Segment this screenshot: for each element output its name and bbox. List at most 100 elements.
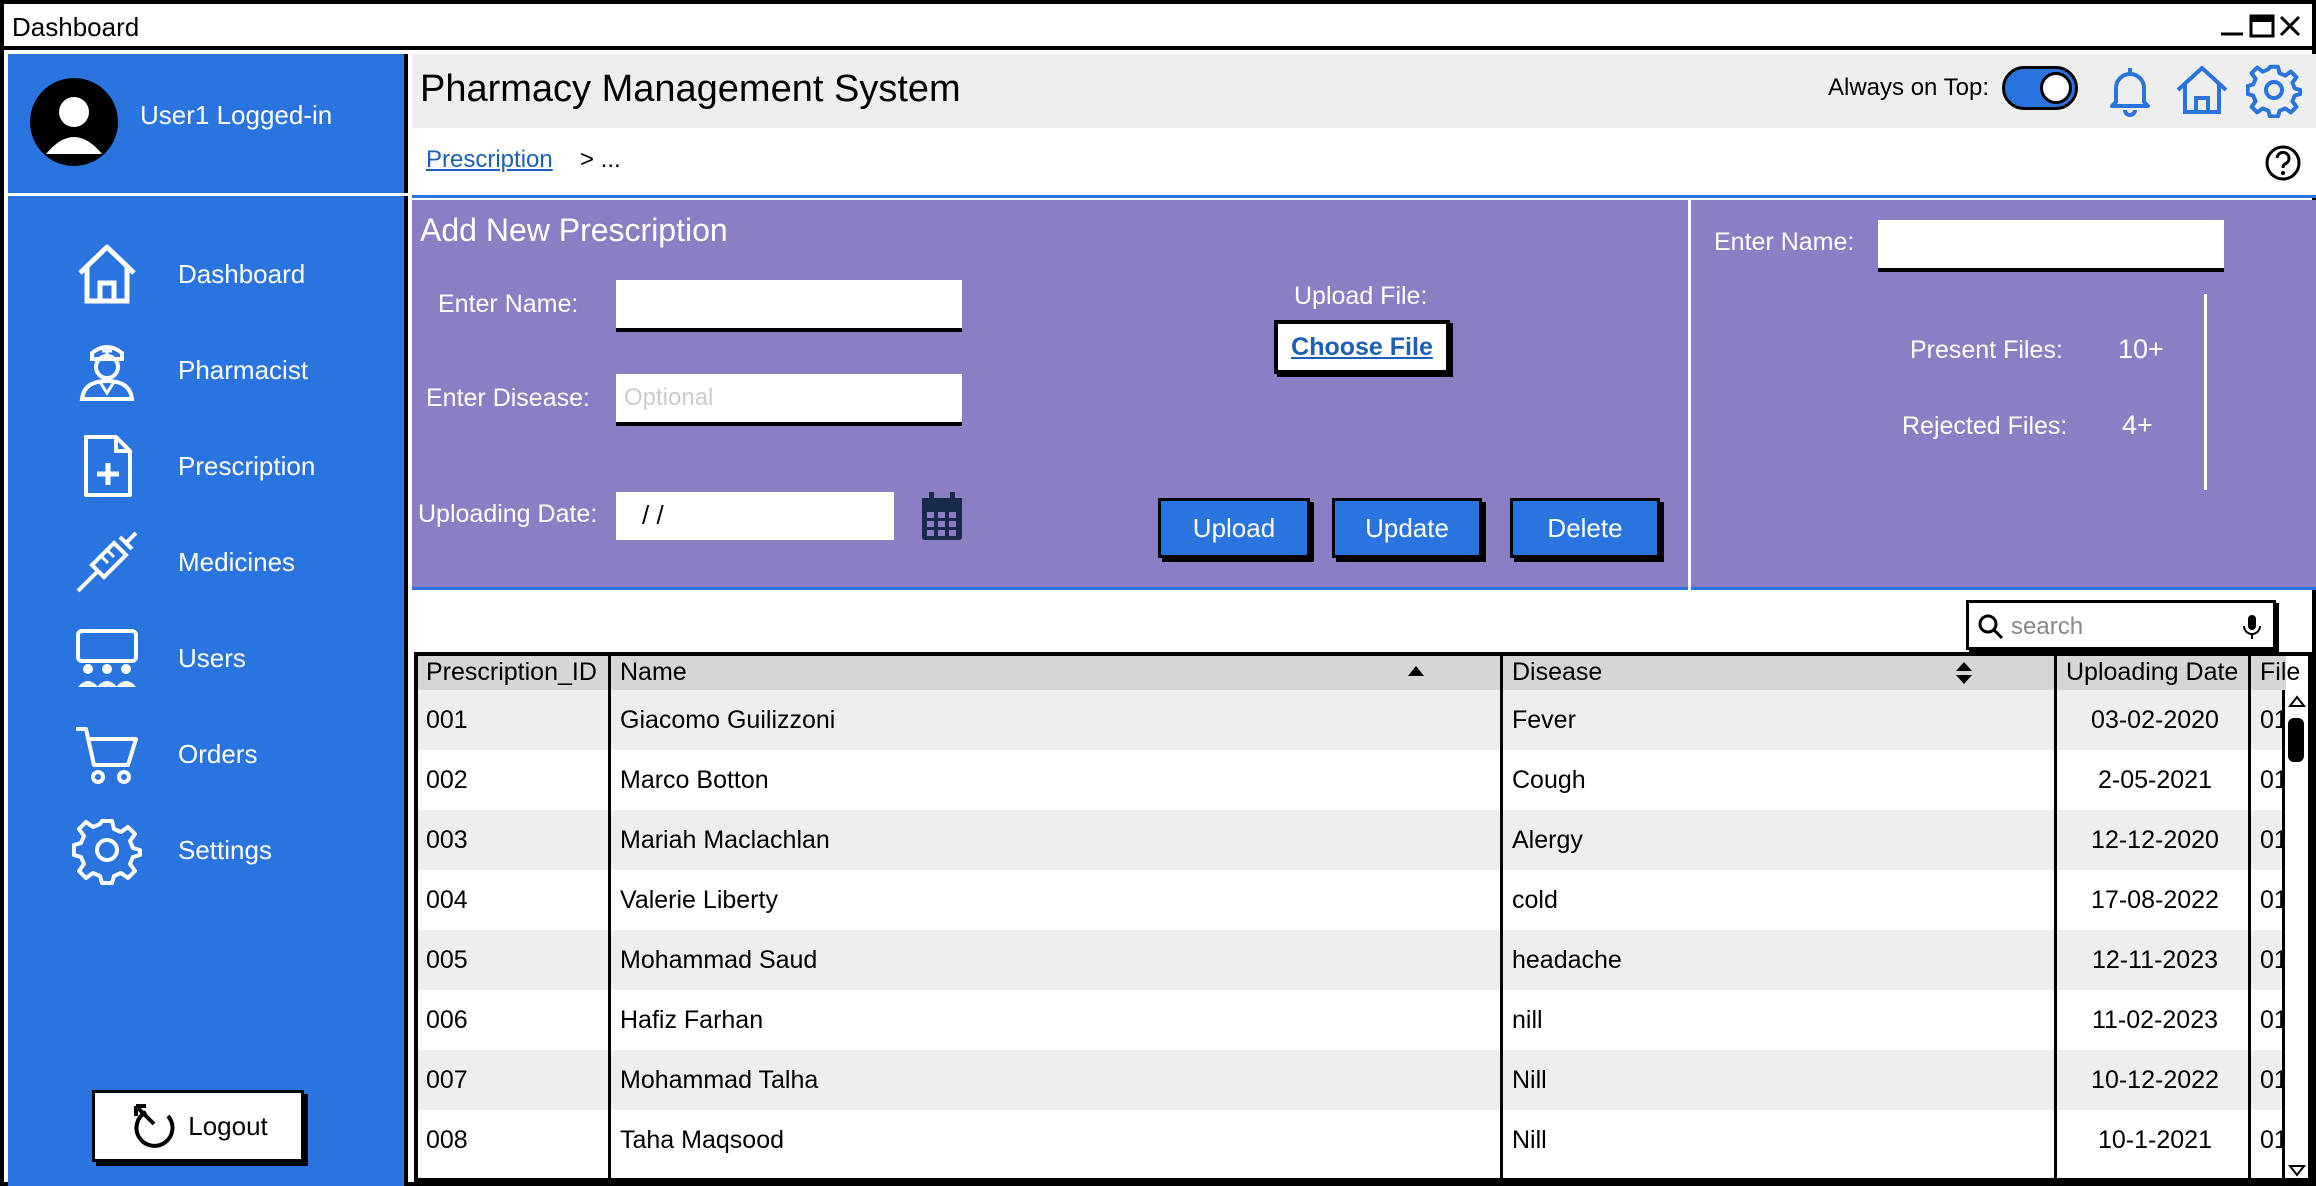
cell-disease: headache [1512,946,1622,974]
table-row[interactable]: 006 Hafiz Farhan nill 11-02-2023 01.jpg [418,990,2308,1050]
sidebar-item-label: Orders [178,738,258,769]
col-name[interactable]: Name [612,656,695,690]
upload-file-label: Upload File: [1294,282,1428,310]
cell-date: 11-02-2023 [2091,1006,2219,1034]
breadcrumb-rest: > ... [580,146,621,173]
sidebar-item-label: Prescription [178,450,316,481]
bell-icon[interactable] [2102,62,2158,118]
help-icon[interactable] [2264,144,2302,182]
search-icon [1977,613,2005,641]
disease-label: Enter Disease: [426,384,590,412]
user-label: User1 Logged-in [140,100,333,130]
cell-file[interactable]: 01.jpg [2252,990,2308,1050]
cell-id: 007 [426,1066,468,1094]
table-row[interactable]: 005 Mohammad Saud headache 12-11-2023 01… [418,930,2308,990]
col-uploading-date[interactable]: Uploading Date [2058,656,2246,690]
choose-file-button[interactable]: Choose File [1274,320,1450,374]
stats-name-input[interactable] [1878,220,2224,272]
sort-asc-icon[interactable] [1404,660,1428,686]
search-placeholder: search [2011,613,2084,640]
cell-date: 03-02-2020 [2091,706,2219,734]
cell-date: 12-12-2020 [2091,826,2219,854]
sidebar-item-label: Settings [178,834,272,865]
close-icon[interactable] [2272,10,2308,42]
cell-date: 2-05-2021 [2098,766,2212,794]
sidebar: User1 Logged-in Dashboard Pharmacist Pre… [8,54,408,1186]
cell-file[interactable]: 01.jpg [2252,810,2308,870]
calendar-icon[interactable] [918,490,966,544]
name-input[interactable] [616,280,962,332]
rejected-files-value: 4+ [2122,410,2153,440]
cell-id: 006 [426,1006,468,1034]
stats-name-label: Enter Name: [1714,228,1855,256]
disease-input[interactable]: Optional [616,374,962,426]
cell-name: Mohammad Saud [620,946,818,974]
microphone-icon[interactable] [2239,613,2265,641]
sidebar-item-prescription[interactable]: Prescription [8,418,408,514]
prescription-icon [72,431,142,501]
sidebar-item-orders[interactable]: Orders [8,706,408,802]
column-divider [1500,656,1503,1178]
cell-file[interactable]: 01.jpg [2252,1110,2308,1170]
always-on-top-label: Always on Top: [1828,74,1989,101]
cell-disease: Alergy [1512,826,1583,854]
add-prescription-panel: Add New Prescription Enter Name: Enter D… [412,200,2316,590]
sort-both-icon[interactable] [1952,660,1976,686]
home-icon [72,239,142,309]
cell-date: 17-08-2022 [2091,886,2219,914]
col-prescription-id[interactable]: Prescription_ID [418,656,605,690]
pharmacist-icon [72,335,142,405]
home-icon[interactable] [2174,62,2230,118]
date-input[interactable]: / / [616,492,894,540]
sidebar-item-medicines[interactable]: Medicines [8,514,408,610]
cell-id: 003 [426,826,468,854]
table-row[interactable]: 001 Giacomo Guilizzoni Fever 03-02-2020 … [418,690,2308,750]
breadcrumb: Prescription > ... [412,128,2316,198]
breadcrumb-link[interactable]: Prescription [426,146,553,174]
rejected-files-label: Rejected Files: [1902,412,2068,440]
logout-button[interactable]: Logout [92,1090,304,1162]
cell-name: Marco Botton [620,766,769,794]
upload-button[interactable]: Upload [1158,498,1310,558]
cell-file[interactable]: 01.pdf [2252,690,2308,750]
cell-file[interactable]: 01.jpg [2252,750,2308,810]
scroll-up-icon[interactable] [2287,692,2307,712]
sidebar-item-users[interactable]: Users [8,610,408,706]
panel-title: Add New Prescription [420,212,728,248]
name-label: Enter Name: [438,290,579,318]
scroll-thumb[interactable] [2288,718,2304,762]
table-header: Prescription_ID Name Disease Uploading D… [418,656,2300,690]
toggle-knob [2040,72,2072,104]
cell-name: Mohammad Talha [620,1066,819,1094]
window-title: Dashboard [12,12,140,42]
table-row[interactable]: 008 Taha Maqsood Nill 10-1-2021 01.jpg [418,1110,2308,1170]
cell-disease: Nill [1512,1066,1547,1094]
table-row[interactable]: 003 Mariah Maclachlan Alergy 12-12-2020 … [418,810,2308,870]
logout-icon [134,1104,175,1148]
syringe-icon [72,527,142,597]
search-input[interactable]: search [1966,600,2276,650]
table-row[interactable]: 007 Mohammad Talha Nill 10-12-2022 01.jp… [418,1050,2308,1110]
column-divider [608,656,611,1178]
update-button[interactable]: Update [1332,498,1482,558]
sidebar-nav: Dashboard Pharmacist Prescription Medici… [8,226,408,898]
cell-file[interactable]: 01.jpg [2252,1050,2308,1110]
sidebar-item-settings[interactable]: Settings [8,802,408,898]
users-icon [72,623,142,693]
col-file[interactable]: File [2252,656,2308,690]
cell-file[interactable]: 01.jpg [2252,930,2308,990]
always-on-top-toggle[interactable] [2002,66,2078,110]
header: Pharmacy Management System Always on Top… [412,54,2316,128]
table-row[interactable]: 002 Marco Botton Cough 2-05-2021 01.jpg [418,750,2308,810]
col-disease[interactable]: Disease [1504,656,1610,690]
sidebar-item-pharmacist[interactable]: Pharmacist [8,322,408,418]
cell-disease: nill [1512,1006,1543,1034]
sidebar-item-label: Pharmacist [178,354,309,385]
table-row[interactable]: 004 Valerie Liberty cold 17-08-2022 01.p… [418,870,2308,930]
sidebar-item-dashboard[interactable]: Dashboard [8,226,408,322]
scroll-down-icon[interactable] [2287,1160,2307,1178]
cell-file[interactable]: 01.pdf [2252,870,2308,930]
gear-icon[interactable] [2245,62,2303,119]
delete-button[interactable]: Delete [1510,498,1660,558]
table-scrollbar[interactable] [2282,690,2308,1178]
